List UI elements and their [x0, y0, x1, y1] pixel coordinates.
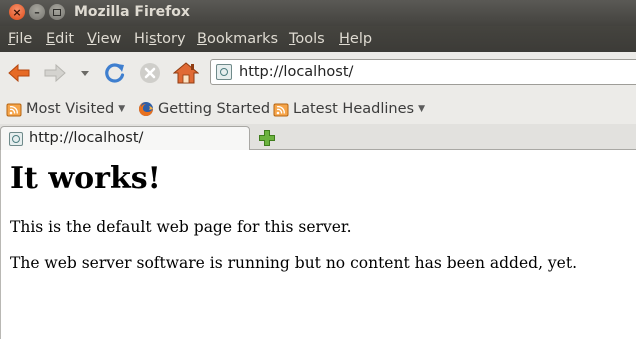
- menu-help-label: elp: [349, 31, 373, 47]
- forward-button[interactable]: [41, 59, 69, 87]
- page-favicon-icon: [9, 132, 23, 146]
- stop-icon: [140, 63, 160, 83]
- bookmark-most-visited-label: Most Visited: [26, 101, 115, 117]
- menu-edit[interactable]: Edit: [46, 31, 74, 47]
- page-heading: It works!: [10, 161, 161, 196]
- back-button[interactable]: [5, 59, 33, 87]
- window-maximize-button[interactable]: [49, 4, 65, 20]
- site-identity-icon[interactable]: [216, 64, 232, 80]
- chevron-down-icon: [81, 71, 89, 76]
- menu-history-accesskey: s: [148, 31, 157, 47]
- close-icon: ×: [12, 5, 22, 19]
- home-button[interactable]: [171, 59, 201, 87]
- window-minimize-button[interactable]: –: [29, 4, 45, 20]
- title-bar: × – Mozilla Firefox: [0, 0, 636, 26]
- new-tab-button[interactable]: [258, 129, 276, 147]
- menu-edit-accesskey: E: [46, 31, 56, 47]
- menu-view-accesskey: V: [87, 31, 97, 47]
- menu-bookmarks-accesskey: B: [197, 31, 207, 47]
- menu-view[interactable]: View: [87, 31, 121, 47]
- maximize-icon: [53, 8, 61, 16]
- menu-tools-label: ools: [295, 31, 325, 47]
- menu-bookmarks-label: ookmarks: [206, 31, 279, 47]
- menu-history[interactable]: History: [134, 31, 186, 47]
- history-dropdown-button[interactable]: [76, 59, 94, 87]
- back-arrow-icon: [8, 63, 30, 83]
- forward-arrow-icon: [44, 63, 66, 83]
- menu-file-label: ile: [15, 31, 33, 47]
- menu-view-label: iew: [96, 31, 122, 47]
- window-title: Mozilla Firefox: [74, 4, 190, 20]
- page-content: It works! This is the default web page f…: [0, 150, 636, 339]
- bookmark-most-visited[interactable]: Most Visited ▼: [6, 99, 125, 119]
- home-icon: [173, 62, 199, 84]
- stop-button[interactable]: [136, 59, 164, 87]
- page-paragraph-1: This is the default web page for this se…: [10, 218, 352, 236]
- chevron-down-icon: ▼: [418, 104, 425, 114]
- bookmark-latest-headlines-label: Latest Headlines: [293, 101, 415, 117]
- minimize-icon: –: [34, 5, 40, 19]
- menu-bar: File Edit View History Bookmarks Tools H…: [0, 26, 636, 52]
- tab-label: http://localhost/: [29, 130, 144, 146]
- url-bar[interactable]: [210, 59, 636, 85]
- rss-folder-icon: [6, 103, 22, 117]
- page-paragraph-2: The web server software is running but n…: [10, 254, 578, 272]
- menu-help[interactable]: Help: [339, 31, 372, 47]
- rss-folder-icon: [273, 103, 289, 117]
- chevron-down-icon: ▼: [118, 104, 126, 114]
- reload-button[interactable]: [101, 59, 129, 87]
- plus-icon: [259, 130, 275, 146]
- bookmark-getting-started-label: Getting Started: [158, 101, 271, 117]
- menu-tools[interactable]: Tools: [289, 31, 325, 47]
- menu-edit-label: dit: [55, 31, 75, 47]
- bookmarks-toolbar: Most Visited ▼ Getting Started Latest He…: [0, 94, 636, 124]
- tab-localhost[interactable]: http://localhost/: [0, 126, 250, 151]
- menu-help-accesskey: H: [339, 31, 350, 47]
- window-close-button[interactable]: ×: [9, 4, 25, 20]
- firefox-icon: [139, 102, 153, 116]
- bookmark-getting-started[interactable]: Getting Started: [138, 99, 270, 119]
- menu-file[interactable]: File: [8, 31, 32, 47]
- menu-history-label-start: Hi: [134, 31, 149, 47]
- reload-icon: [105, 63, 125, 83]
- menu-history-label: tory: [156, 31, 186, 47]
- url-input[interactable]: [239, 62, 629, 82]
- menu-bookmarks[interactable]: Bookmarks: [197, 31, 278, 47]
- bookmark-latest-headlines[interactable]: Latest Headlines ▼: [273, 99, 425, 119]
